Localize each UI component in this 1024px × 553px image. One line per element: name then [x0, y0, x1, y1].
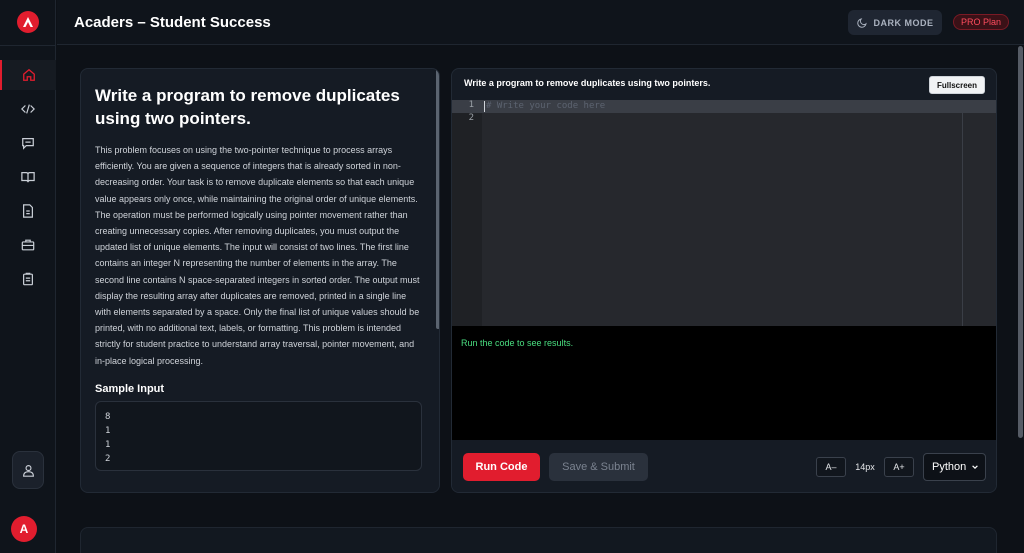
sidebar-item-document[interactable]	[0, 196, 56, 226]
font-increase-button[interactable]: A+	[884, 457, 914, 477]
problem-title: Write a program to remove duplicates usi…	[95, 86, 400, 128]
fullscreen-button[interactable]: Fullscreen	[929, 76, 985, 94]
language-value: Python	[932, 461, 967, 473]
chevron-down-icon	[972, 465, 979, 470]
sample-input-box: 8 1 1 2	[95, 400, 422, 471]
clipboard-icon	[23, 272, 33, 286]
sidebar: A	[0, 0, 56, 553]
problem-panel: Write a program to remove duplicates usi…	[80, 68, 440, 493]
moon-icon	[856, 18, 867, 28]
sample-input-label: Sample Input	[95, 382, 165, 395]
page-scrollbar[interactable]	[1018, 46, 1023, 438]
plan-badge[interactable]: PRO Plan	[953, 14, 1010, 30]
line-number: 1	[468, 100, 474, 110]
editor-ruler	[962, 113, 963, 326]
editor-title: Write a program to remove duplicates usi…	[464, 78, 711, 88]
sidebar-item-code[interactable]	[0, 94, 56, 124]
editor-toolbar: Run Code Save & Submit A– 14px A+ Python	[452, 440, 996, 492]
code-placeholder: # Write your code here	[486, 101, 606, 111]
sidebar-item-clipboard[interactable]	[0, 264, 56, 294]
dark-mode-toggle[interactable]: DARK MODE	[848, 10, 942, 35]
sample-input-line: 2	[105, 453, 111, 464]
dark-mode-label: DARK MODE	[873, 17, 934, 28]
output-console: Run the code to see results.	[452, 326, 996, 440]
sidebar-divider	[0, 45, 56, 46]
profile-button[interactable]	[12, 451, 44, 489]
text-cursor	[484, 101, 485, 112]
sample-input-line: 1	[105, 439, 111, 450]
chat-icon	[22, 138, 34, 150]
sample-input-line: 1	[105, 425, 111, 436]
font-decrease-button[interactable]: A–	[816, 457, 846, 477]
language-select[interactable]: Python	[923, 453, 986, 481]
sidebar-item-home[interactable]	[0, 60, 56, 90]
briefcase-icon	[21, 239, 35, 251]
run-code-button[interactable]: Run Code	[463, 453, 540, 481]
problem-content[interactable]: Write a program to remove duplicates usi…	[81, 69, 435, 492]
editor-panel: Write a program to remove duplicates usi…	[451, 68, 997, 493]
home-icon	[23, 68, 35, 81]
output-message: Run the code to see results.	[461, 338, 574, 348]
font-size-value: 14px	[855, 462, 875, 472]
page-title: Acaders – Student Success	[74, 14, 271, 31]
document-icon	[23, 204, 33, 218]
user-icon	[22, 464, 34, 477]
app-logo[interactable]	[17, 11, 39, 33]
sidebar-item-book[interactable]	[0, 162, 56, 192]
save-submit-button[interactable]: Save & Submit	[549, 453, 648, 481]
sidebar-item-chat[interactable]	[0, 128, 56, 158]
line-number: 2	[468, 113, 474, 123]
logo-icon	[23, 17, 33, 27]
code-editor[interactable]: 1 2 # Write your code here	[452, 100, 996, 326]
book-icon	[21, 172, 35, 183]
problem-scrollbar[interactable]	[436, 69, 439, 329]
bottom-panel	[80, 527, 997, 553]
line-number-gutter	[452, 100, 482, 326]
sidebar-item-briefcase[interactable]	[0, 230, 56, 260]
sample-input-line: 8	[105, 411, 111, 422]
problem-description: This problem focuses on using the two-po…	[95, 145, 420, 366]
code-icon	[21, 104, 35, 114]
avatar[interactable]: A	[11, 516, 37, 542]
header: Acaders – Student Success DARK MODE PRO …	[57, 0, 1024, 45]
